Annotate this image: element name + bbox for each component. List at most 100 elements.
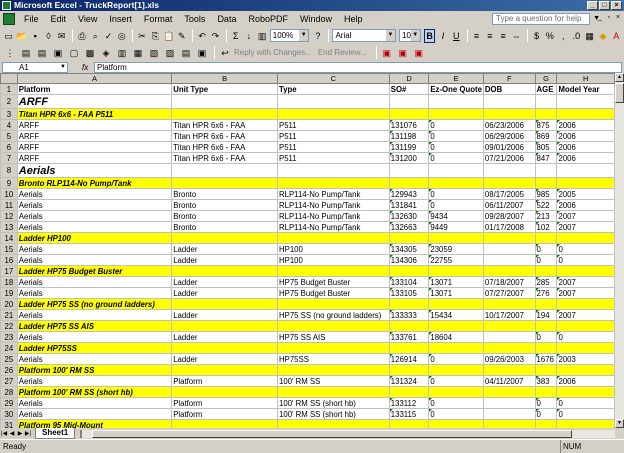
cell[interactable]: Titan HPR 6x6 - FAA P511: [16, 108, 173, 120]
row-header[interactable]: 27: [0, 375, 18, 387]
column-header[interactable]: F: [482, 73, 536, 84]
scroll-down-icon[interactable]: ▼: [615, 419, 624, 428]
row-header[interactable]: 12: [0, 210, 18, 222]
cell[interactable]: 06/11/2007: [482, 199, 536, 211]
row-header[interactable]: 7: [0, 152, 18, 164]
row-header[interactable]: 5: [0, 130, 18, 142]
cell[interactable]: [482, 397, 536, 409]
underline-button[interactable]: U: [451, 29, 462, 43]
row-header[interactable]: 6: [0, 141, 18, 153]
permission-icon[interactable]: ◊: [43, 29, 54, 43]
row-header[interactable]: 17: [0, 265, 18, 277]
cell[interactable]: 10/17/2007: [482, 309, 536, 321]
cell[interactable]: 133761: [388, 331, 430, 343]
cell[interactable]: [428, 419, 484, 428]
cell[interactable]: 0: [556, 397, 615, 409]
cell[interactable]: 07/27/2007: [482, 287, 536, 299]
cell[interactable]: 2007: [556, 221, 615, 233]
cell[interactable]: 22755: [428, 254, 484, 266]
cell[interactable]: [428, 298, 484, 310]
cell[interactable]: RLP114-No Pump/Tank: [277, 221, 390, 233]
row-header[interactable]: 26: [0, 364, 18, 376]
help-search-input[interactable]: Type a question for help: [492, 13, 590, 25]
cell[interactable]: Ladder HP75 SS AIS: [16, 320, 173, 332]
cell[interactable]: [482, 163, 536, 178]
cell[interactable]: [277, 232, 390, 244]
cell[interactable]: [482, 94, 536, 109]
cell[interactable]: [171, 265, 279, 277]
cell[interactable]: Aerials: [16, 163, 173, 178]
row-header[interactable]: 10: [0, 188, 18, 200]
cell[interactable]: [277, 386, 390, 398]
cell[interactable]: [482, 265, 536, 277]
row-header[interactable]: 23: [0, 331, 18, 343]
cell[interactable]: P511: [277, 119, 390, 131]
cell[interactable]: Aerials: [16, 375, 173, 387]
cell[interactable]: Type: [277, 83, 390, 95]
cell[interactable]: [388, 364, 430, 376]
cell[interactable]: HP100: [277, 243, 390, 255]
cell[interactable]: 2003: [556, 353, 615, 365]
scroll-up-icon[interactable]: ▲: [615, 73, 624, 82]
cell[interactable]: 04/11/2007: [482, 375, 536, 387]
cell[interactable]: HP75 SS AIS: [277, 331, 390, 343]
cell[interactable]: [171, 386, 279, 398]
row-header[interactable]: 1: [0, 83, 18, 95]
cell[interactable]: [388, 419, 430, 428]
cell[interactable]: 131841: [388, 199, 430, 211]
cell[interactable]: 102: [534, 221, 558, 233]
cell[interactable]: [534, 298, 558, 310]
menu-help[interactable]: Help: [338, 11, 369, 27]
doc-restore-button[interactable]: ▫: [605, 13, 613, 23]
row-header[interactable]: 22: [0, 320, 18, 332]
currency-button[interactable]: $: [531, 29, 542, 43]
cell[interactable]: [482, 419, 536, 428]
cell[interactable]: [556, 419, 615, 428]
column-header[interactable]: D: [388, 73, 430, 84]
cell[interactable]: 100' RM SS: [277, 375, 390, 387]
cell[interactable]: [171, 298, 279, 310]
cell[interactable]: Platform: [171, 375, 279, 387]
cell[interactable]: [388, 177, 430, 189]
cell[interactable]: Titan HPR 6x6 - FAA: [171, 141, 279, 153]
select-all-corner[interactable]: [0, 73, 18, 84]
cell[interactable]: ARFF: [16, 152, 173, 164]
cell[interactable]: Ez-One Quote: [428, 83, 484, 95]
cell[interactable]: Aerials: [16, 276, 173, 288]
cell[interactable]: [556, 364, 615, 376]
pdf-icon-1[interactable]: ▣: [380, 46, 394, 60]
menu-file[interactable]: File: [18, 11, 45, 27]
cell[interactable]: 2006: [556, 130, 615, 142]
column-header[interactable]: C: [277, 73, 390, 84]
print-icon[interactable]: ⎙: [76, 29, 87, 43]
cell[interactable]: [556, 320, 615, 332]
horizontal-scrollbar[interactable]: [80, 430, 615, 438]
toolbar-icon-12[interactable]: ▣: [195, 46, 209, 60]
cell[interactable]: 0: [534, 243, 558, 255]
cell[interactable]: 0: [556, 331, 615, 343]
cell[interactable]: 132630: [388, 210, 430, 222]
cell[interactable]: Ladder: [171, 287, 279, 299]
cell[interactable]: Platform: [16, 83, 173, 95]
cell[interactable]: [171, 419, 279, 428]
cell[interactable]: 2005: [556, 188, 615, 200]
cell[interactable]: 0: [534, 408, 558, 420]
new-icon[interactable]: ▭: [3, 29, 14, 43]
horizontal-scroll-thumb[interactable]: [92, 430, 572, 438]
cell[interactable]: 2007: [556, 287, 615, 299]
cell[interactable]: [277, 342, 390, 354]
cell[interactable]: [482, 342, 536, 354]
cell[interactable]: 131076: [388, 119, 430, 131]
row-header[interactable]: 2: [0, 94, 18, 109]
font-size-select[interactable]: 10 ▼: [399, 29, 421, 42]
cell[interactable]: [556, 386, 615, 398]
cell[interactable]: 0: [428, 199, 484, 211]
cell[interactable]: RLP114-No Pump/Tank: [277, 199, 390, 211]
cell[interactable]: Aerials: [16, 397, 173, 409]
cell[interactable]: [428, 163, 484, 178]
cell[interactable]: [534, 386, 558, 398]
cell[interactable]: [428, 342, 484, 354]
row-header[interactable]: 30: [0, 408, 18, 420]
cell[interactable]: HP75 Budget Buster: [277, 287, 390, 299]
cell[interactable]: [534, 265, 558, 277]
